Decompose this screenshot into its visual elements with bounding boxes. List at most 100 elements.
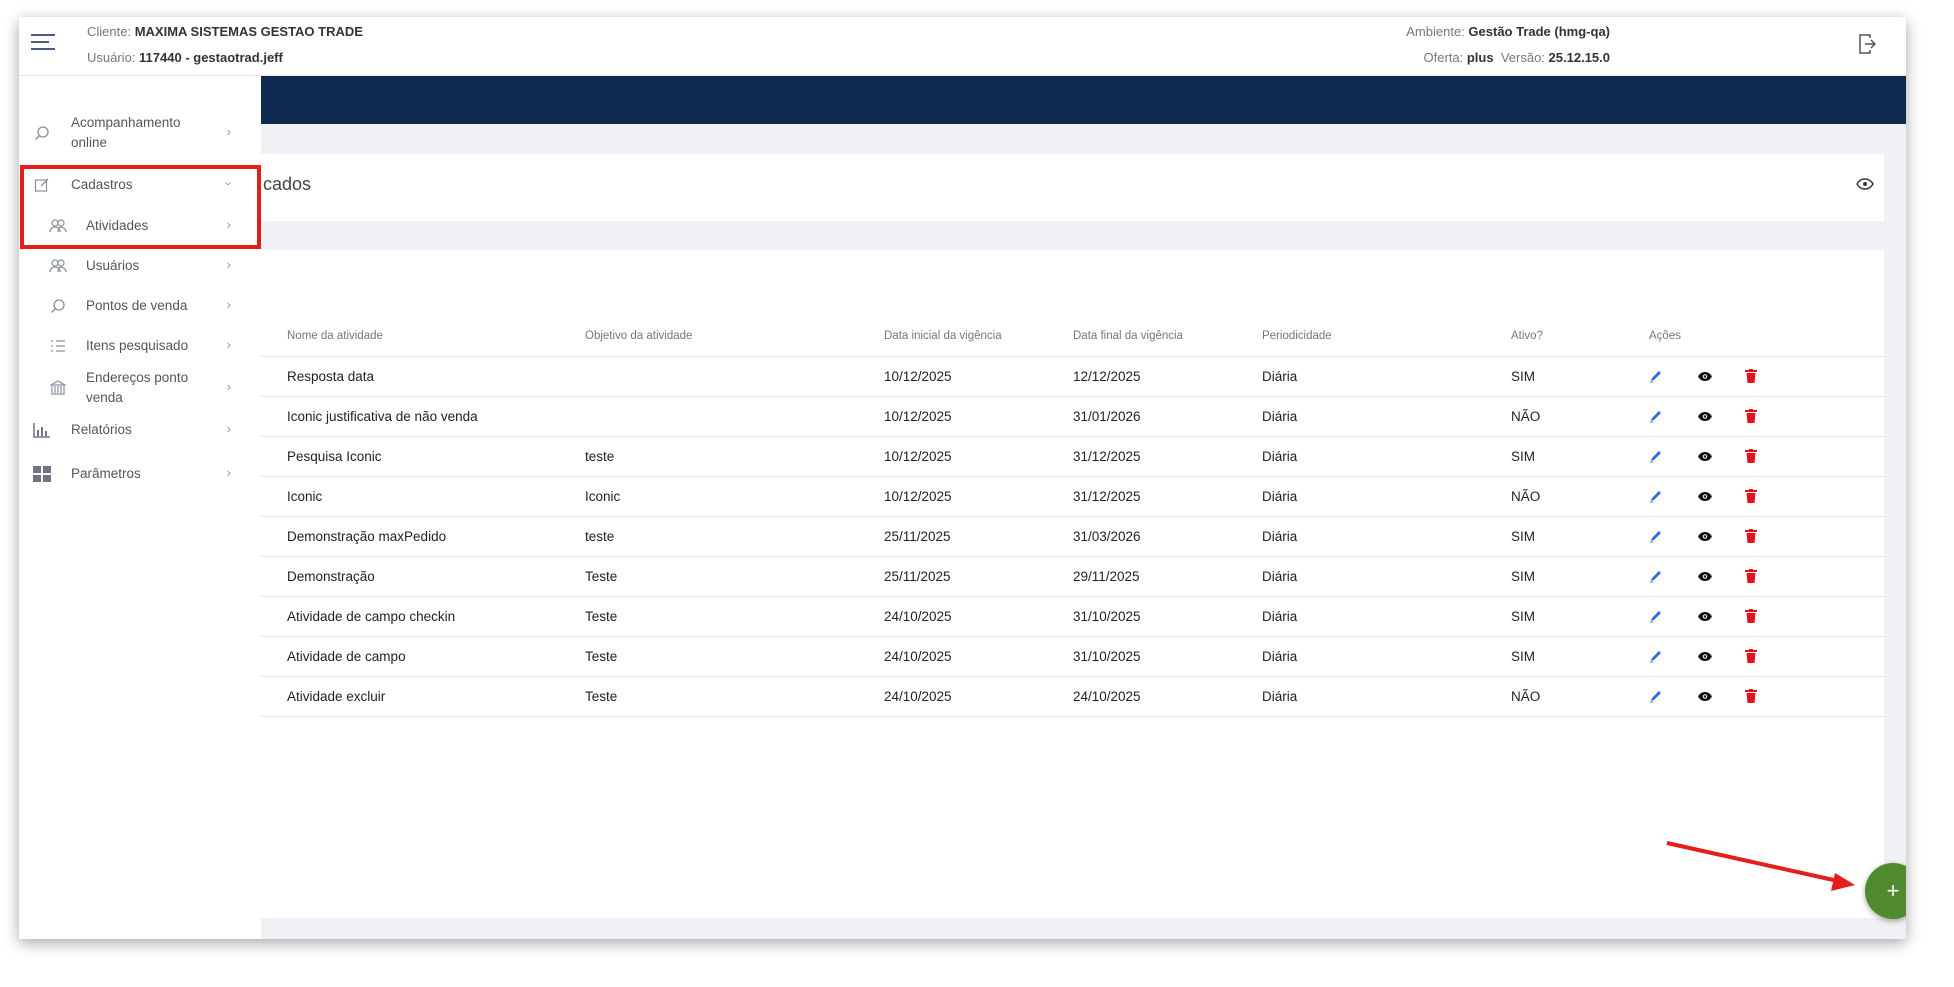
edit-button[interactable] [1649,566,1697,586]
table-row: Demonstração maxPedido teste 25/11/2025 31/… [261,516,1884,557]
col-header-acoes: Ações [1649,316,1884,357]
cell-acoes [1649,636,1884,677]
edit-button[interactable] [1649,526,1697,546]
cell-nome: Atividade excluir [261,676,585,717]
cell-ativo: SIM [1511,636,1649,677]
cell-data-final: 31/12/2025 [1073,476,1262,517]
grid-icon [33,465,51,483]
sidebar-item-parametros[interactable]: Parâmetros › [19,456,261,492]
cell-data-inicial: 24/10/2025 [884,676,1073,717]
chevron-right-icon: › [226,421,231,436]
delete-button[interactable] [1745,406,1793,426]
cell-ativo: NÃO [1511,476,1649,517]
cell-periodicidade: Diária [1262,556,1511,597]
cell-periodicidade: Diária [1262,636,1511,677]
row-actions [1649,686,1884,706]
table-row: Iconic Iconic 10/12/2025 31/12/2025 Diária NÃ… [261,476,1884,517]
card-title: cados [263,174,312,194]
delete-button[interactable] [1745,526,1793,546]
cell-ativo: SIM [1511,516,1649,557]
cell-data-inicial: 25/11/2025 [884,516,1073,557]
edit-button[interactable] [1649,606,1697,626]
row-actions [1649,366,1884,386]
view-button[interactable] [1697,686,1745,706]
edit-button[interactable] [1649,406,1697,426]
cell-nome: Iconic [261,476,585,517]
view-button[interactable] [1697,486,1745,506]
annotation-arrow-icon [1666,841,1855,891]
view-button[interactable] [1697,446,1745,466]
menu-toggle-icon[interactable] [31,34,55,52]
edit-button[interactable] [1649,686,1697,706]
user-label: Usuário: [87,50,136,65]
view-button[interactable] [1697,646,1745,666]
env-label: Ambiente: [1406,24,1465,39]
eye-icon [1698,411,1712,421]
table-row: Atividade excluir Teste 24/10/2025 24/10/20… [261,676,1884,717]
delete-button[interactable] [1745,486,1793,506]
sidebar-item-pontos-de-venda[interactable]: Pontos de venda › [19,288,261,324]
sidebar-item-relatorios[interactable]: Relatórios › [19,412,261,448]
cell-data-inicial: 24/10/2025 [884,636,1073,677]
cell-data-inicial: 10/12/2025 [884,356,1073,397]
search-icon [33,124,51,142]
delete-button[interactable] [1745,366,1793,386]
view-button[interactable] [1697,406,1745,426]
pencil-icon [1650,691,1661,703]
delete-button[interactable] [1745,606,1793,626]
edit-button[interactable] [1649,366,1697,386]
cell-nome: Iconic justificativa de não venda [261,396,585,437]
cell-periodicidade: Diária [1262,476,1511,517]
eye-icon[interactable] [1856,178,1874,190]
sidebar-item-itens-pesquisado[interactable]: Itens pesquisado › [19,328,261,364]
cell-nome: Atividade de campo [261,636,585,677]
chart-icon [33,421,51,439]
environment-info: Ambiente: Gestão Trade (hmg-qa) Oferta: … [1406,19,1610,71]
edit-button[interactable] [1649,486,1697,506]
bank-icon [49,379,67,397]
delete-button[interactable] [1745,686,1793,706]
pencil-icon [1650,411,1661,423]
table-row: Resposta data 10/12/2025 12/12/2025 Diária S… [261,356,1884,397]
cell-data-final: 31/10/2025 [1073,596,1262,637]
table-row: Atividade de campo Teste 24/10/2025 31/10/2… [261,636,1884,677]
delete-button[interactable] [1745,646,1793,666]
cell-data-final: 31/10/2025 [1073,636,1262,677]
users-icon [49,257,67,275]
table-row: Iconic justificativa de não venda 10/12/2… [261,396,1884,437]
view-button[interactable] [1697,566,1745,586]
view-button[interactable] [1697,606,1745,626]
col-header-periodicidade: Periodicidade [1262,316,1511,357]
filter-card: cados [261,154,1884,221]
sidebar-item-usuarios[interactable]: Usuários › [19,248,261,284]
cell-periodicidade: Diária [1262,436,1511,477]
delete-button[interactable] [1745,566,1793,586]
cell-data-inicial: 10/12/2025 [884,436,1073,477]
table-row: Atividade de campo checkin Teste 24/10/202… [261,596,1884,637]
cell-objetivo: Iconic [585,476,884,517]
delete-button[interactable] [1745,446,1793,466]
sidebar-item-enderecos[interactable]: Endereços ponto venda › [19,366,261,410]
trash-icon [1745,529,1757,543]
client-info: Cliente: MAXIMA SISTEMAS GESTAO TRADE Us… [87,19,363,71]
pencil-icon [1650,491,1661,503]
sidebar-item-acompanhamento[interactable]: Acompanhamento online › [19,109,261,157]
trash-icon [1745,649,1757,663]
edit-button[interactable] [1649,446,1697,466]
cell-nome: Demonstração maxPedido [261,516,585,557]
cell-acoes [1649,356,1884,397]
edit-button[interactable] [1649,646,1697,666]
cell-acoes [1649,516,1884,557]
cell-data-inicial: 10/12/2025 [884,396,1073,437]
cell-acoes [1649,476,1884,517]
cell-nome: Atividade de campo checkin [261,596,585,637]
view-button[interactable] [1697,366,1745,386]
view-button[interactable] [1697,526,1745,546]
cell-objetivo [585,396,884,437]
trash-icon [1745,489,1757,503]
logout-icon[interactable] [1858,33,1876,55]
cell-periodicidade: Diária [1262,356,1511,397]
col-header-data-inicial: Data inicial da vigência [884,316,1073,357]
search-icon [49,297,67,315]
pencil-icon [1650,571,1661,583]
